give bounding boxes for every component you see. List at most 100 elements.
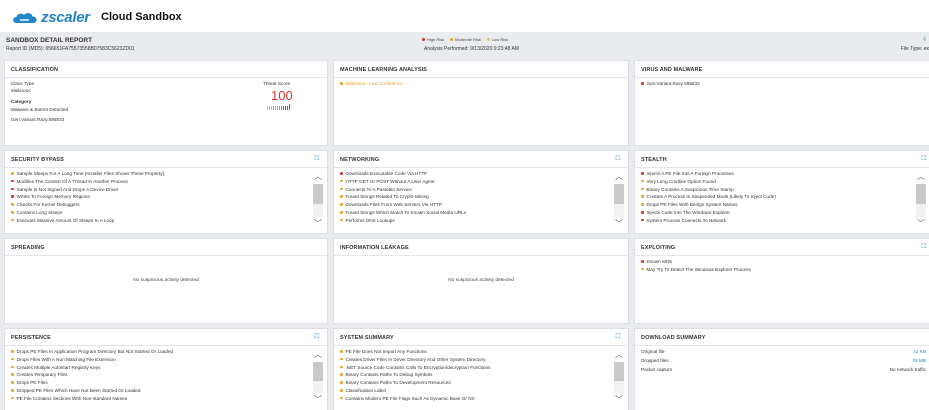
virus-list: Gen:Variant.Razy.595833 [641, 80, 910, 88]
pcap-status: No network traffic [889, 367, 926, 372]
risk-legend: High Risk Moderate Risk Low Risk [422, 37, 508, 42]
scroll-down-icon[interactable]: ﹀ [914, 219, 928, 229]
panel-title: PERSISTENCE [11, 335, 51, 341]
exploiting-list: Known MD5 May Try To Detect The Windows … [641, 258, 910, 274]
list-item: Found Strings Which Match To Known Socia… [340, 209, 606, 217]
security-bypass-list: Sample Sleeps For A Long Time (Installer… [11, 170, 305, 225]
list-item: Injects Code Into The Windows Explorer [641, 209, 910, 217]
expand-icon[interactable]: ⛶ [315, 156, 319, 163]
networking-panel: NETWORKING ⛶ Downloads Executable Code V… [333, 150, 629, 234]
category-label: Category [11, 99, 32, 104]
panel-title: DOWNLOAD SUMMARY [641, 335, 706, 341]
panel-title: STEALTH [641, 157, 667, 163]
scroll-up-icon[interactable]: ︿ [914, 172, 928, 182]
file-type: File Type: ex [900, 46, 929, 52]
list-item: Drops PE Files In Application Program Di… [11, 348, 305, 356]
panel-title: EXPLOITING [641, 245, 676, 251]
download-row-pcap: Packet capture No network traffic [641, 367, 926, 372]
top-bar: zscaler Cloud Sandbox [0, 0, 929, 32]
list-item: Sample Is Not Signed And Drops A Device … [11, 186, 305, 194]
download-link[interactable]: 41 KB [913, 349, 926, 354]
empty-message: No suspicious activity detected [448, 277, 514, 283]
expand-icon[interactable]: ⛶ [616, 334, 620, 341]
list-item: Injects A PE File Into A Foreign Process… [641, 170, 910, 178]
download-summary-panel: DOWNLOAD SUMMARY Original file 41 KB Dro… [634, 328, 929, 410]
panel-title: SECURITY BYPASS [11, 157, 64, 163]
system-summary-list: PE File Does Not Import Any Functions Cr… [340, 348, 606, 403]
scrollbar[interactable]: ︿ ﹀ [914, 170, 928, 231]
panel-title: NETWORKING [340, 157, 380, 163]
expand-icon[interactable]: ⛶ [922, 244, 926, 251]
download-link[interactable]: 32 MB [912, 358, 926, 363]
report-header: SANDBOX DETAIL REPORT Report ID (MD5): 6… [0, 32, 929, 56]
analysis-time: Analysis Performed: 9/13/2020 9:23:48 AM [424, 46, 520, 52]
scrollbar[interactable]: ︿ ﹀ [311, 348, 325, 407]
expand-icon[interactable]: ⛶ [616, 156, 620, 163]
scroll-up-icon[interactable]: ︿ [311, 350, 325, 360]
scroll-down-icon[interactable]: ﹀ [311, 395, 325, 405]
scroll-down-icon[interactable]: ﹀ [311, 219, 325, 229]
list-item: .NET Source Code Contains Calls To Encry… [340, 364, 606, 372]
cloud-icon [13, 12, 37, 23]
class-type-value: Malicious [11, 88, 31, 93]
scroll-down-icon[interactable]: ﹀ [612, 219, 626, 229]
threat-score-value: 100 [271, 88, 293, 103]
expand-icon[interactable]: ⛶ [315, 334, 319, 341]
stealth-panel: STEALTH ⛶ Injects A PE File Into A Forei… [634, 150, 929, 234]
scrollbar[interactable]: ︿ ﹀ [612, 348, 626, 407]
persistence-panel: PERSISTENCE ⛶ Drops PE Files In Applicat… [4, 328, 328, 410]
report-title: SANDBOX DETAIL REPORT [6, 37, 93, 44]
list-item: Creates Multiple Autostart Registry Keys [11, 364, 305, 372]
scroll-up-icon[interactable]: ︿ [311, 172, 325, 182]
scrollbar[interactable]: ︿ ﹀ [311, 170, 325, 231]
panel-title: SYSTEM SUMMARY [340, 335, 394, 341]
list-item: Downloads Executable Code Via HTTP [340, 170, 606, 178]
download-icon[interactable]: ⇩ [922, 36, 927, 43]
ml-analysis-panel: MACHINE LEARNING ANALYSIS Malicious - Lo… [333, 60, 629, 146]
panel-title: INFORMATION LEAKAGE [340, 245, 409, 251]
download-row-original: Original file 41 KB [641, 349, 926, 354]
list-item: Modifies The Context Of A Thread In Anot… [11, 178, 305, 186]
networking-list: Downloads Executable Code Via HTTP HTTP … [340, 170, 606, 225]
threat-score-bar [267, 104, 290, 110]
list-item: HTTP GET Or POST Without A User Agent [340, 178, 606, 186]
list-item: PE File Contains Sections With Non-stand… [11, 395, 305, 403]
class-type-label: Class Type [11, 81, 35, 86]
system-summary-panel: SYSTEM SUMMARY ⛶ PE File Does Not Import… [333, 328, 629, 410]
list-item: Drops Files With A Non Matching File Ext… [11, 356, 305, 364]
list-item: Drops PE Files [11, 379, 305, 387]
empty-message: No suspicious activity detected [133, 277, 199, 283]
list-item: Writes To Foreign Memory Regions [11, 193, 305, 201]
ml-result: Malicious - Low Confidence [340, 80, 606, 88]
list-item: Classification Label [340, 387, 606, 395]
persistence-list: Drops PE Files In Application Program Di… [11, 348, 305, 403]
list-item: Known MD5 [641, 258, 910, 266]
expand-icon[interactable]: ⛶ [922, 156, 926, 163]
panel-title: MACHINE LEARNING ANALYSIS [340, 67, 428, 73]
panel-title: SPREADING [11, 245, 45, 251]
list-item: Contains Long Sleeps [11, 209, 305, 217]
scroll-up-icon[interactable]: ︿ [612, 172, 626, 182]
list-item: Performs DNS Lookups [340, 217, 606, 225]
stealth-list: Injects A PE File Into A Foreign Process… [641, 170, 910, 225]
threat-score-label: Threat Score [263, 81, 291, 86]
list-item: Binary Contains Paths To Development Res… [340, 379, 606, 387]
report-id: Report ID (MD5): 656651FA75573558B07583C… [6, 46, 135, 52]
scroll-down-icon[interactable]: ﹀ [612, 395, 626, 405]
list-item: Found Strings Related To Crypto-Mining [340, 193, 606, 201]
panel-title: VIRUS AND MALWARE [641, 67, 703, 73]
list-item: PE File Does Not Import Any Functions [340, 348, 606, 356]
list-item: Gen:Variant.Razy.595833 [641, 80, 910, 88]
list-item: Connects To A Pastebin Service [340, 186, 606, 194]
list-item: Dropped PE Files Which Have Not Been Sta… [11, 387, 305, 395]
list-item: May Try To Detect The Windows Explorer P… [641, 266, 910, 274]
list-item: Contains Modern PE File Flags Such As Dy… [340, 395, 606, 403]
list-item: Creates A Process In Suspended Mode (Lik… [641, 193, 910, 201]
list-item: Creates Driver Files In Driver Directory… [340, 356, 606, 364]
scrollbar[interactable]: ︿ ﹀ [612, 170, 626, 231]
legend-moderate: Moderate Risk [450, 37, 481, 42]
list-item: Downloads Files From Web Servers Via HTT… [340, 201, 606, 209]
zscaler-logo[interactable]: zscaler [11, 9, 90, 26]
security-bypass-panel: SECURITY BYPASS ⛶ Sample Sleeps For A Lo… [4, 150, 328, 234]
scroll-up-icon[interactable]: ︿ [612, 350, 626, 360]
